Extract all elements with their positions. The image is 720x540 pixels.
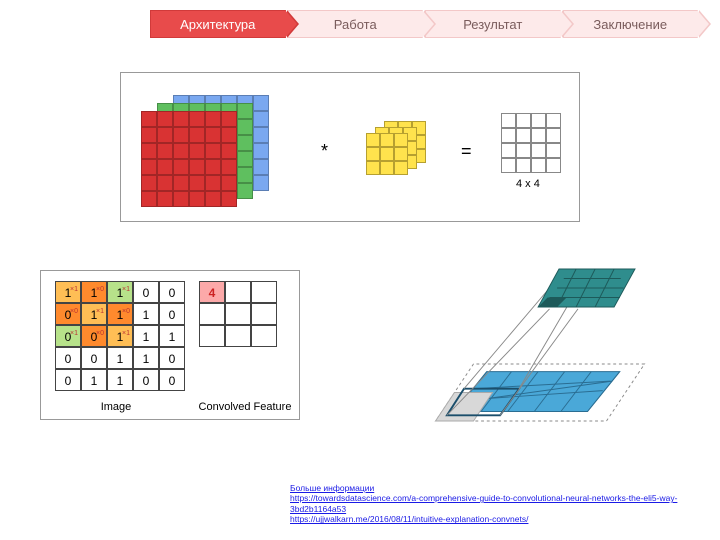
nav-label: Результат [463,17,522,32]
kernel-layer [366,133,408,175]
nav-tab-conclusion[interactable]: Заключение [563,10,699,38]
channel-red [141,111,237,207]
nav-label: Заключение [593,17,667,32]
footer-link[interactable]: https://ujjwalkarn.me/2016/08/11/intuiti… [290,514,690,525]
kernel-stack [366,121,436,181]
footer-link[interactable]: https://towardsdatascience.com/a-compreh… [290,493,690,514]
nav-label: Архитектура [180,17,255,32]
convolution-operator: * [321,141,328,162]
nav-tab-result[interactable]: Результат [425,10,561,38]
output-plane [538,269,635,307]
figure-rgb-convolution: * = 4 x 4 [120,72,580,222]
footer-title: Больше информации [290,483,374,493]
image-label: Image [41,401,191,413]
equals-operator: = [461,141,472,162]
output-grid [501,113,561,173]
breadcrumb-nav: Архитектура Работа Результат Заключение [150,10,700,38]
output-size-label: 4 x 4 [516,178,540,190]
figure-labels: Image Convolved Feature [41,401,299,413]
nav-tab-work[interactable]: Работа [288,10,424,38]
footer-links: Больше информации https://towardsdatasci… [290,483,690,526]
figure-feature-map-projection [410,250,670,440]
rgb-stack [141,95,281,205]
convolved-feature: 4 [199,281,289,347]
figure-sliding-kernel: 1×11×01×1000×01×11×0100×10×01×1110011001… [40,270,300,420]
convolved-grid: 4 [199,281,289,347]
input-plane [436,364,645,421]
nav-tab-architecture[interactable]: Архитектура [150,10,286,38]
feature-label: Convolved Feature [191,401,299,413]
nav-label: Работа [334,17,377,32]
